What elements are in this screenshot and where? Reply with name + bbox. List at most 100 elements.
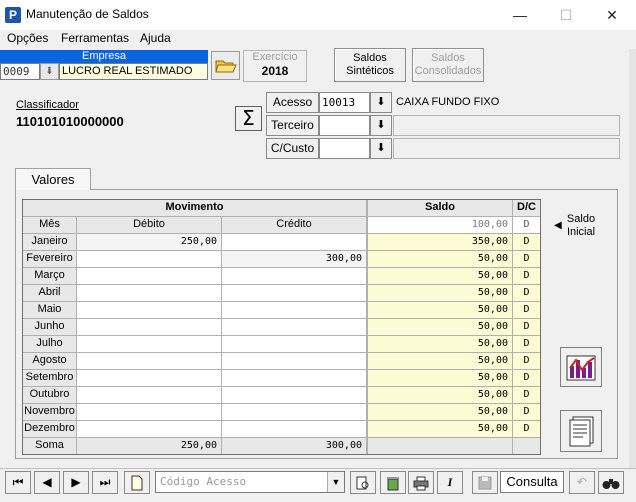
button-label-line2: Sintéticos [346, 65, 394, 77]
dc-cell: D [513, 387, 540, 403]
empresa-lookup-button[interactable]: ⬇ [40, 63, 59, 80]
credito-cell[interactable] [222, 302, 366, 318]
saldos-consolidados-button[interactable]: Saldos Consolidados [412, 48, 484, 82]
italic-edit-button[interactable]: I [437, 471, 463, 494]
download-arrow-icon: ⬇ [376, 119, 386, 131]
chart-button[interactable] [560, 347, 602, 387]
debito-cell[interactable] [77, 336, 221, 352]
menu-ajuda[interactable]: Ajuda [140, 31, 171, 45]
undo-icon: ↶ [576, 475, 588, 489]
new-record-button[interactable] [124, 471, 150, 494]
saldo-cell: 50,00 [368, 387, 512, 403]
debito-cell[interactable] [77, 285, 221, 301]
terceiro-input[interactable] [319, 115, 370, 136]
debito-cell[interactable] [77, 421, 221, 437]
saldo-cell: 50,00 [368, 421, 512, 437]
dc-cell: D [513, 234, 540, 250]
month-cell: Outubro [23, 387, 76, 403]
ccusto-lookup-button[interactable]: ⬇ [370, 138, 392, 159]
month-cell: Março [23, 268, 76, 284]
classificador-label: Classificador [16, 99, 79, 111]
ccusto-input[interactable] [319, 138, 370, 159]
close-button[interactable]: ✕ [589, 0, 635, 30]
month-cell: Janeiro [23, 234, 76, 250]
credito-cell[interactable] [222, 319, 366, 335]
month-cell: Junho [23, 319, 76, 335]
saldo-cell: 50,00 [368, 336, 512, 352]
open-folder-button[interactable] [211, 51, 240, 80]
ccusto-label: C/Custo [266, 138, 319, 159]
debito-cell[interactable] [77, 319, 221, 335]
undo-button[interactable]: ↶ [569, 471, 595, 494]
debito-cell[interactable] [77, 404, 221, 420]
save-button[interactable] [472, 471, 498, 494]
mes-column-header: Mês [23, 217, 76, 233]
sum-button[interactable]: Σ [235, 106, 262, 131]
menu-ferramentas[interactable]: Ferramentas [61, 31, 129, 45]
credito-cell[interactable] [222, 234, 366, 250]
download-arrow-icon: ⬇ [376, 96, 386, 108]
credito-cell[interactable] [222, 387, 366, 403]
debito-cell[interactable]: 250,00 [77, 234, 221, 250]
saldo-inicial-value: 100,00 [368, 217, 512, 233]
credito-cell[interactable] [222, 336, 366, 352]
credito-cell[interactable] [222, 353, 366, 369]
saldo-cell: 50,00 [368, 285, 512, 301]
dc-cell: D [513, 370, 540, 386]
debito-column-header: Débito [77, 217, 221, 233]
credito-cell[interactable] [222, 370, 366, 386]
debito-cell[interactable] [77, 302, 221, 318]
minimize-button[interactable]: — [497, 0, 543, 30]
credito-cell[interactable] [222, 421, 366, 437]
terceiro-description [393, 115, 620, 136]
saldo-inicial-line1: Saldo [566, 213, 596, 225]
dc-cell: D [513, 336, 540, 352]
empresa-code-input[interactable]: 0009 [0, 63, 40, 80]
credito-cell[interactable]: 300,00 [222, 251, 366, 267]
debito-cell[interactable] [77, 268, 221, 284]
acesso-lookup-button[interactable]: ⬇ [370, 92, 392, 113]
delete-button[interactable] [380, 471, 406, 494]
dc-cell: D [513, 404, 540, 420]
next-record-button[interactable]: ▶ [63, 471, 89, 494]
dc-cell: D [513, 302, 540, 318]
tab-valores[interactable]: Valores [15, 168, 91, 190]
credito-cell[interactable] [222, 285, 366, 301]
first-record-button[interactable]: ⏮ [5, 471, 31, 494]
credito-cell[interactable] [222, 268, 366, 284]
left-arrow-icon: ◀ [554, 220, 562, 231]
menu-opcoes[interactable]: Opções [7, 31, 48, 45]
button-label-line1: Saldos [353, 52, 387, 64]
acesso-label: Acesso [266, 92, 319, 113]
download-arrow-icon: ⬇ [376, 142, 386, 154]
debito-cell[interactable] [77, 387, 221, 403]
saldo-cell: 50,00 [368, 370, 512, 386]
find-button[interactable] [350, 471, 376, 494]
exercicio-value: 2018 [261, 64, 289, 78]
credito-cell[interactable] [222, 404, 366, 420]
last-record-button[interactable]: ⏭ [92, 471, 118, 494]
soma-debito: 250,00 [77, 438, 221, 454]
debito-cell[interactable] [77, 353, 221, 369]
prev-record-button[interactable]: ◀ [34, 471, 60, 494]
saldo-inicial-line2: Inicial [566, 226, 596, 238]
debito-cell[interactable] [77, 370, 221, 386]
vertical-scrollbar[interactable] [629, 49, 636, 469]
saldos-sinteticos-button[interactable]: Saldos Sintéticos [334, 48, 406, 82]
print-button[interactable] [408, 471, 434, 494]
saldos-grid: Movimento Saldo D/C Mês Débito Crédito 100,00 D… [22, 199, 541, 455]
codigo-acesso-search[interactable]: Código Acesso [155, 471, 345, 493]
report-button[interactable] [560, 410, 602, 452]
binoculars-button[interactable] [598, 471, 624, 494]
acesso-description: CAIXA FUNDO FIXO [396, 96, 500, 108]
credito-column-header: Crédito [222, 217, 366, 233]
debito-cell[interactable] [77, 251, 221, 267]
terceiro-lookup-button[interactable]: ⬇ [370, 115, 392, 136]
dc-cell: D [513, 268, 540, 284]
chevron-down-icon[interactable]: ▼ [327, 472, 344, 492]
maximize-button[interactable]: ☐ [543, 0, 589, 30]
dc-cell: D [513, 251, 540, 267]
bar-chart-icon [566, 355, 596, 381]
acesso-input[interactable]: 10013 [319, 92, 370, 113]
soma-saldo [368, 438, 512, 454]
